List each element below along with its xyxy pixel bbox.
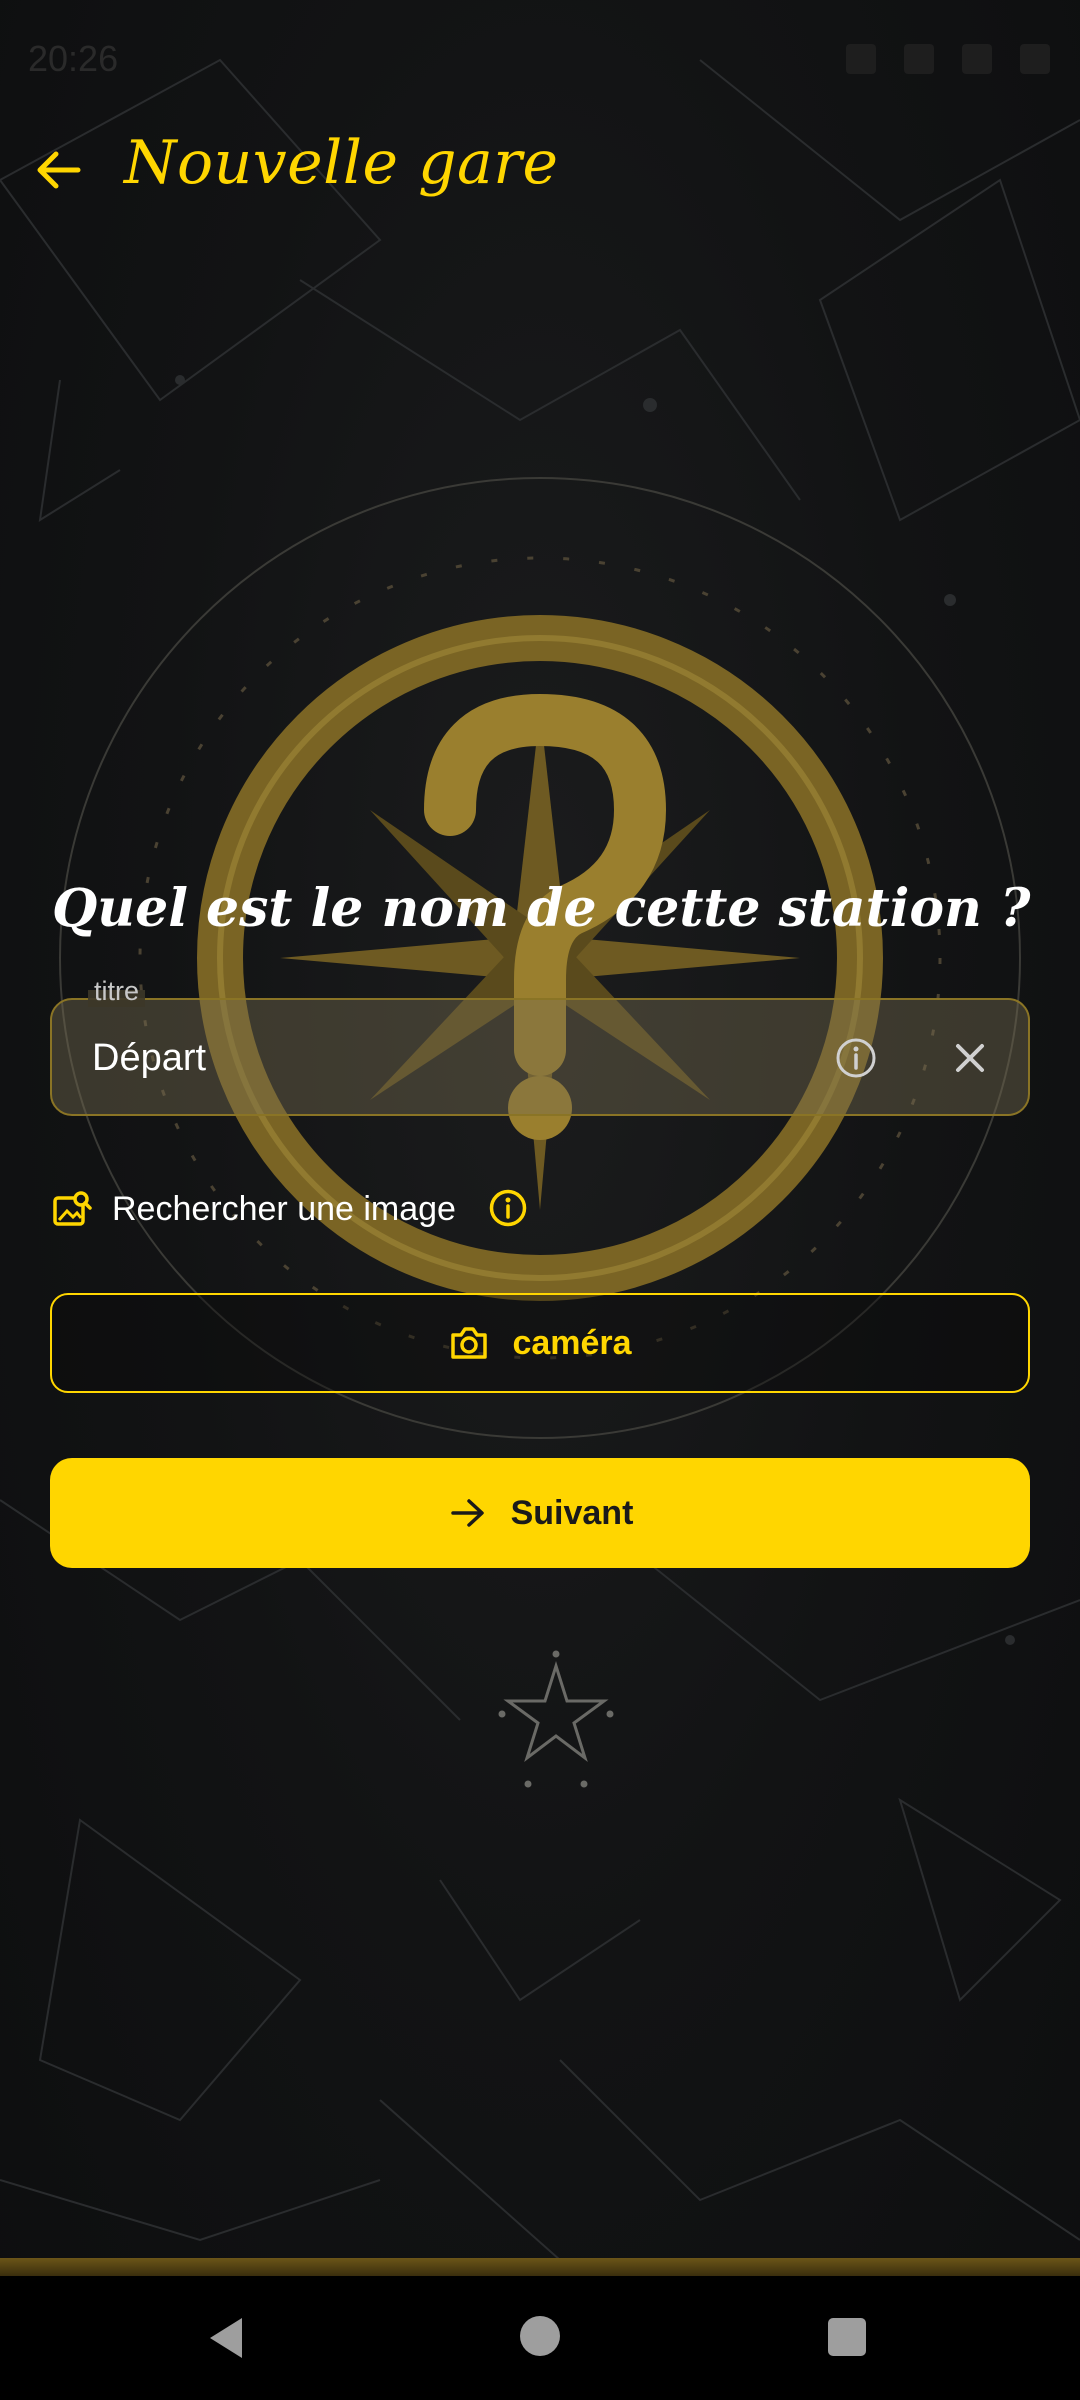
app-bar: Nouvelle gare	[0, 120, 1080, 220]
arrow-left-icon	[37, 151, 81, 189]
image-search-icon	[53, 1191, 92, 1226]
location-icon	[904, 44, 934, 74]
arrow-right-icon	[450, 1499, 484, 1527]
nfc-icon	[846, 44, 876, 74]
back-button[interactable]	[30, 140, 90, 200]
triangle-back-icon	[210, 2318, 242, 2358]
wifi-icon	[962, 44, 992, 74]
bottom-gold-band	[0, 2258, 1080, 2276]
camera-button[interactable]: caméra	[50, 1293, 1030, 1393]
battery-icon	[1020, 44, 1050, 74]
title-field-label: titre	[88, 976, 146, 1007]
title-input[interactable]	[92, 1026, 812, 1090]
star-decoration-icon	[498, 1650, 614, 1788]
camera-button-label: caméra	[512, 1323, 632, 1362]
title-info-button[interactable]	[834, 1036, 878, 1080]
status-icons	[846, 44, 1050, 74]
status-time: 20:26	[28, 38, 119, 79]
nav-recents-button[interactable]	[828, 2318, 866, 2356]
nav-back-button[interactable]	[204, 2314, 252, 2362]
title-field[interactable]: titre	[50, 976, 1030, 1116]
status-bar: 20:26	[0, 0, 1080, 120]
next-button[interactable]: Suivant	[50, 1458, 1030, 1568]
next-button-label: Suivant	[510, 1493, 634, 1532]
nav-home-button[interactable]	[520, 2316, 560, 2356]
info-icon	[489, 1189, 527, 1227]
close-icon	[956, 1044, 984, 1072]
question-heading: Quel est le nom de cette station ?	[52, 878, 1031, 939]
clear-title-button[interactable]	[950, 1038, 990, 1078]
info-icon	[836, 1038, 876, 1078]
page-title: Nouvelle gare	[124, 128, 559, 198]
camera-icon	[451, 1327, 488, 1359]
map-pattern-background	[0, 58, 1080, 2260]
image-search-info-button[interactable]	[488, 1188, 528, 1228]
image-search-button[interactable]: Rechercher une image	[52, 1182, 456, 1236]
system-nav-bar	[0, 2276, 1080, 2400]
image-search-label: Rechercher une image	[112, 1189, 456, 1228]
